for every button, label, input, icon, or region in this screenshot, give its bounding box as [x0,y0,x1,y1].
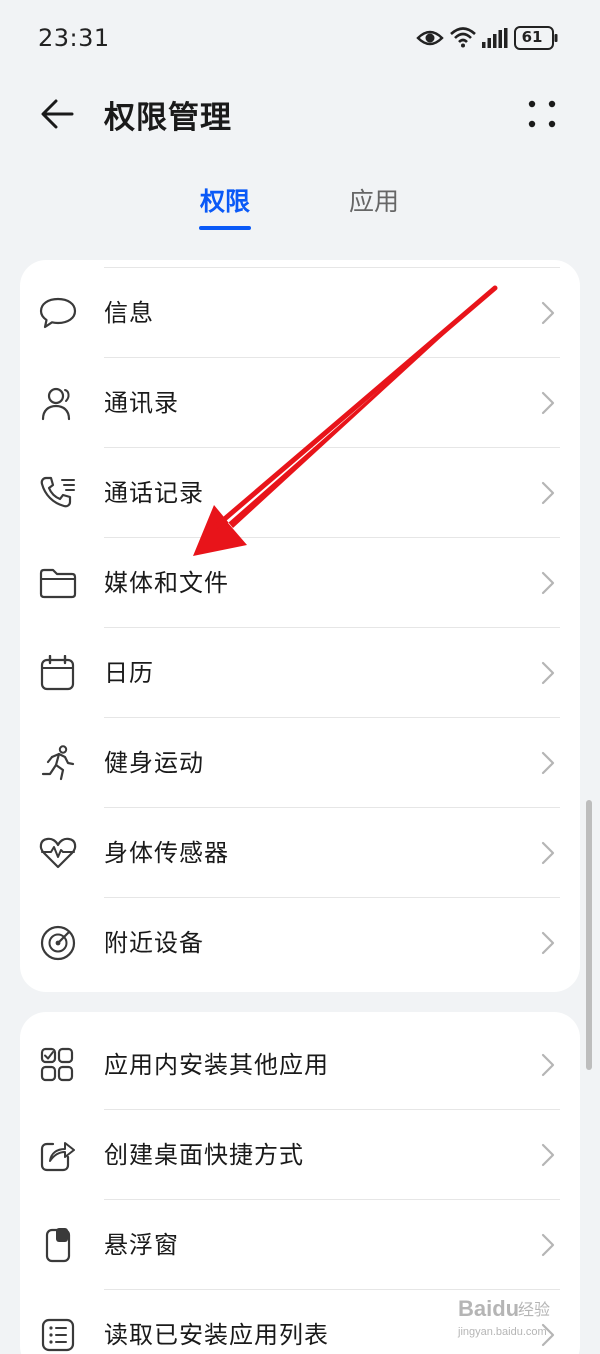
chevron-right-icon [541,751,555,775]
list-item-label: 应用内安装其他应用 [104,1051,329,1079]
chevron-right-icon [541,1233,555,1257]
status-icons: 61 [416,24,560,52]
watermark-brand: Baidu [458,1296,520,1321]
list-item-label: 创建桌面快捷方式 [104,1141,304,1169]
watermark-url: jingyan.baidu.com [458,1326,547,1338]
scrollbar[interactable] [586,800,592,1070]
back-button[interactable] [34,90,82,138]
app-bar: 权限管理 [0,76,600,156]
app-grid-icon [40,1047,74,1082]
tab-apps[interactable]: 应用 [334,180,414,230]
permission-group-card: 信息 通讯录 通话记录 媒体和文件 日历 健身运动 身体传感器 附近设备 [20,260,580,992]
heart-rate-icon [39,837,77,869]
call-log-icon [40,476,75,508]
chevron-right-icon [541,391,555,415]
list-item-label: 媒体和文件 [104,569,229,597]
chevron-right-icon [541,1143,555,1167]
floating-window-icon [45,1228,71,1263]
list-item-floating-window[interactable]: 悬浮窗 [20,1200,580,1290]
list-item-install-apps[interactable]: 应用内安装其他应用 [20,1020,580,1110]
list-item-label: 通话记录 [104,479,204,507]
calendar-icon [40,655,75,691]
chevron-right-icon [541,571,555,595]
tab-bar: 权限 应用 [0,180,600,240]
watermark-suffix: 经验 [518,1300,551,1319]
chevron-right-icon [541,931,555,955]
eye-icon [416,30,444,46]
list-item-label: 日历 [104,659,154,687]
tab-permissions[interactable]: 权限 [185,180,265,230]
contacts-icon [41,387,71,421]
folder-icon [39,568,77,599]
wifi-icon [450,27,476,48]
list-item-label: 信息 [104,299,154,327]
list-item-media-files[interactable]: 媒体和文件 [20,538,580,628]
page-title: 权限管理 [104,100,232,136]
more-dots-icon [528,100,556,128]
status-bar: 23:31 61 [0,0,600,76]
list-item-calendar[interactable]: 日历 [20,628,580,718]
tab-label: 应用 [348,187,399,216]
tab-label: 权限 [199,187,250,216]
signal-icon [482,28,508,48]
list-item-desktop-shortcut[interactable]: 创建桌面快捷方式 [20,1110,580,1200]
list-item-call-log[interactable]: 通话记录 [20,448,580,538]
list-item-label: 读取已安装应用列表 [104,1321,329,1349]
list-item-label: 身体传感器 [104,839,229,867]
chevron-right-icon [541,301,555,325]
running-icon [41,745,75,781]
battery-level: 61 [521,28,543,46]
status-time: 23:31 [38,24,110,52]
list-item-contacts[interactable]: 通讯录 [20,358,580,448]
list-icon [41,1318,75,1352]
nearby-radar-icon [40,925,76,961]
chevron-right-icon [541,841,555,865]
list-item-body-sensors[interactable]: 身体传感器 [20,808,580,898]
list-item-messages[interactable]: 信息 [20,268,580,358]
list-item-label: 通讯录 [104,389,179,417]
watermark: Baidu 经验 jingyan.baidu.com [458,1286,588,1350]
shortcut-share-icon [40,1142,75,1172]
chevron-right-icon [541,481,555,505]
arrow-left-icon [41,99,74,129]
list-item-fitness[interactable]: 健身运动 [20,718,580,808]
chevron-right-icon [541,661,555,685]
list-item-label: 附近设备 [104,929,204,957]
chevron-right-icon [541,1053,555,1077]
list-item-nearby-devices[interactable]: 附近设备 [20,898,580,988]
more-button[interactable] [520,92,564,136]
list-item-label: 悬浮窗 [104,1231,179,1259]
message-bubble-icon [39,297,77,329]
tab-active-indicator [199,226,251,230]
list-item-label: 健身运动 [104,749,204,777]
